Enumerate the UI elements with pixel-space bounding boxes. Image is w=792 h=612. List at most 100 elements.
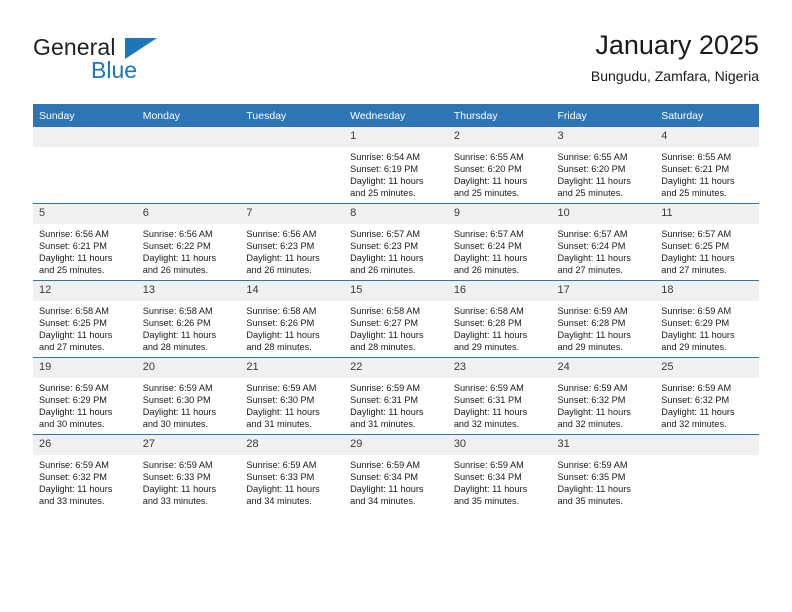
day-number: 31 xyxy=(551,435,656,455)
day-number xyxy=(136,127,241,147)
sunset-text: Sunset: 6:23 PM xyxy=(350,241,419,252)
page-title: January 2025 xyxy=(595,30,759,60)
calendar-day-cell[interactable]: 30 Sunrise: 6:59 AM Sunset: 6:34 PM Dayligh… xyxy=(447,434,552,511)
calendar-day-cell[interactable]: 10 Sunrise: 6:57 AM Sunset: 6:24 PM Dayligh… xyxy=(551,203,656,281)
daylight-text-line1: Daylight: 11 hours xyxy=(661,407,735,418)
calendar-day-cell[interactable]: 9 Sunrise: 6:57 AM Sunset: 6:24 PM Daylight… xyxy=(447,203,552,281)
day-number: 5 xyxy=(33,204,137,224)
daylight-text-line2: and 26 minutes. xyxy=(453,265,520,276)
daylight-text-line2: and 32 minutes. xyxy=(661,419,727,430)
day-number: 12 xyxy=(33,281,137,301)
daylight-text-line2: and 28 minutes. xyxy=(142,342,209,353)
sunrise-text: Sunrise: 6:56 AM xyxy=(142,229,213,239)
day-details: Sunrise: 6:58 AM Sunset: 6:27 PM Daylight:… xyxy=(344,301,448,353)
sunrise-text: Sunrise: 6:59 AM xyxy=(142,383,213,393)
calendar-day-cell[interactable]: 22 Sunrise: 6:59 AM Sunset: 6:31 PM Dayligh… xyxy=(344,357,448,435)
logo-triangle-icon xyxy=(125,38,157,59)
day-number: 16 xyxy=(447,281,552,301)
daylight-text-line1: Daylight: 11 hours xyxy=(142,330,217,341)
calendar-day-cell[interactable]: 18 Sunrise: 6:59 AM Sunset: 6:29 PM Dayligh… xyxy=(655,280,759,358)
calendar-day-cell[interactable]: 15 Sunrise: 6:58 AM Sunset: 6:27 PM Dayligh… xyxy=(344,280,448,358)
sunrise-text: Sunrise: 6:57 AM xyxy=(453,229,524,239)
calendar-day-cell[interactable]: 5 Sunrise: 6:56 AM Sunset: 6:21 PM Daylight… xyxy=(33,203,137,281)
day-details xyxy=(33,147,137,151)
sunrise-text: Sunrise: 6:59 AM xyxy=(557,460,628,470)
day-details: Sunrise: 6:59 AM Sunset: 6:35 PM Daylight:… xyxy=(552,455,656,507)
daylight-text-line2: and 35 minutes. xyxy=(453,496,520,507)
calendar-day-cell[interactable]: 14 Sunrise: 6:58 AM Sunset: 6:26 PM Dayligh… xyxy=(240,280,345,358)
daylight-text-line2: and 26 minutes. xyxy=(246,265,312,276)
calendar-day-cell[interactable]: 16 Sunrise: 6:58 AM Sunset: 6:28 PM Dayligh… xyxy=(447,280,552,358)
sunset-text: Sunset: 6:23 PM xyxy=(246,241,315,252)
calendar-day-cell[interactable]: 24 Sunrise: 6:59 AM Sunset: 6:32 PM Dayligh… xyxy=(551,357,656,435)
day-details: Sunrise: 6:55 AM Sunset: 6:20 PM Daylight:… xyxy=(448,147,552,199)
daylight-text-line1: Daylight: 11 hours xyxy=(39,407,113,418)
calendar-day-cell[interactable]: 31 Sunrise: 6:59 AM Sunset: 6:35 PM Dayligh… xyxy=(551,434,656,511)
calendar-day-cell[interactable]: 26 Sunrise: 6:59 AM Sunset: 6:32 PM Dayligh… xyxy=(33,434,137,511)
sunset-text: Sunset: 6:21 PM xyxy=(39,241,107,252)
day-details: Sunrise: 6:57 AM Sunset: 6:25 PM Daylight:… xyxy=(655,224,759,276)
calendar-day-cell[interactable]: 13 Sunrise: 6:58 AM Sunset: 6:26 PM Dayligh… xyxy=(136,280,241,358)
sunrise-text: Sunrise: 6:59 AM xyxy=(453,383,524,393)
day-number xyxy=(240,127,345,147)
calendar-day-cell[interactable]: 20 Sunrise: 6:59 AM Sunset: 6:30 PM Dayligh… xyxy=(136,357,241,435)
sunrise-text: Sunrise: 6:57 AM xyxy=(557,229,628,239)
day-number: 19 xyxy=(33,358,137,378)
sunrise-text: Sunrise: 6:58 AM xyxy=(39,306,109,316)
calendar-day-cell[interactable]: 1 Sunrise: 6:54 AM Sunset: 6:19 PM Daylight… xyxy=(344,127,448,204)
sunset-text: Sunset: 6:34 PM xyxy=(453,472,522,483)
calendar-day-cell[interactable]: 2 Sunrise: 6:55 AM Sunset: 6:20 PM Daylight… xyxy=(447,127,552,204)
daylight-text-line1: Daylight: 11 hours xyxy=(557,484,631,495)
calendar-week-row: 5 Sunrise: 6:56 AM Sunset: 6:21 PM Daylight… xyxy=(33,203,759,281)
calendar-day-cell[interactable]: 12 Sunrise: 6:58 AM Sunset: 6:25 PM Dayligh… xyxy=(33,280,137,358)
day-number: 29 xyxy=(344,435,448,455)
sunset-text: Sunset: 6:31 PM xyxy=(350,395,419,406)
calendar-day-cell[interactable]: 19 Sunrise: 6:59 AM Sunset: 6:29 PM Dayligh… xyxy=(33,357,137,435)
calendar-day-cell[interactable]: 17 Sunrise: 6:59 AM Sunset: 6:28 PM Dayligh… xyxy=(551,280,656,358)
weekday-header-thursday: Thursday xyxy=(447,104,552,127)
sunrise-text: Sunrise: 6:59 AM xyxy=(350,460,421,470)
day-number: 9 xyxy=(447,204,552,224)
calendar-day-cell[interactable]: 3 Sunrise: 6:55 AM Sunset: 6:20 PM Daylight… xyxy=(551,127,656,204)
daylight-text-line2: and 27 minutes. xyxy=(39,342,105,353)
calendar-week-row: 1 Sunrise: 6:54 AM Sunset: 6:19 PM Daylight… xyxy=(33,127,759,204)
daylight-text-line1: Daylight: 11 hours xyxy=(142,407,217,418)
sunset-text: Sunset: 6:25 PM xyxy=(661,241,730,252)
calendar-day-cell[interactable]: 21 Sunrise: 6:59 AM Sunset: 6:30 PM Dayligh… xyxy=(240,357,345,435)
daylight-text-line2: and 31 minutes. xyxy=(246,419,312,430)
daylight-text-line2: and 26 minutes. xyxy=(350,265,416,276)
day-details: Sunrise: 6:59 AM Sunset: 6:30 PM Daylight:… xyxy=(137,378,241,430)
calendar-week-row: 19 Sunrise: 6:59 AM Sunset: 6:29 PM Dayligh… xyxy=(33,357,759,435)
day-details xyxy=(137,147,241,151)
calendar-day-cell[interactable]: 23 Sunrise: 6:59 AM Sunset: 6:31 PM Dayligh… xyxy=(447,357,552,435)
sunset-text: Sunset: 6:22 PM xyxy=(142,241,211,252)
daylight-text-line1: Daylight: 11 hours xyxy=(661,176,735,187)
daylight-text-line2: and 25 minutes. xyxy=(661,188,727,199)
sunset-text: Sunset: 6:33 PM xyxy=(142,472,211,483)
day-details: Sunrise: 6:55 AM Sunset: 6:20 PM Daylight:… xyxy=(552,147,656,199)
day-number: 17 xyxy=(551,281,656,301)
day-details: Sunrise: 6:56 AM Sunset: 6:21 PM Daylight:… xyxy=(33,224,137,276)
daylight-text-line1: Daylight: 11 hours xyxy=(557,253,631,264)
calendar-day-cell[interactable]: 27 Sunrise: 6:59 AM Sunset: 6:33 PM Dayligh… xyxy=(136,434,241,511)
sunset-text: Sunset: 6:30 PM xyxy=(142,395,211,406)
daylight-text-line2: and 29 minutes. xyxy=(557,342,623,353)
calendar-day-cell[interactable]: 4 Sunrise: 6:55 AM Sunset: 6:21 PM Daylight… xyxy=(655,127,759,204)
daylight-text-line1: Daylight: 11 hours xyxy=(557,330,631,341)
daylight-text-line1: Daylight: 11 hours xyxy=(661,253,735,264)
day-number: 30 xyxy=(447,435,552,455)
sunset-text: Sunset: 6:29 PM xyxy=(39,395,107,406)
calendar-day-cell[interactable]: 25 Sunrise: 6:59 AM Sunset: 6:32 PM Dayligh… xyxy=(655,357,759,435)
daylight-text-line2: and 31 minutes. xyxy=(350,419,416,430)
calendar-day-cell[interactable]: 29 Sunrise: 6:59 AM Sunset: 6:34 PM Dayligh… xyxy=(344,434,448,511)
day-number: 10 xyxy=(551,204,656,224)
calendar-day-cell[interactable]: 6 Sunrise: 6:56 AM Sunset: 6:22 PM Daylight… xyxy=(136,203,241,281)
calendar-day-cell[interactable]: 8 Sunrise: 6:57 AM Sunset: 6:23 PM Daylight… xyxy=(344,203,448,281)
calendar-day-cell[interactable]: 28 Sunrise: 6:59 AM Sunset: 6:33 PM Dayligh… xyxy=(240,434,345,511)
weekday-header-tuesday: Tuesday xyxy=(240,104,345,127)
calendar-day-cell[interactable]: 11 Sunrise: 6:57 AM Sunset: 6:25 PM Dayligh… xyxy=(655,203,759,281)
daylight-text-line2: and 29 minutes. xyxy=(453,342,520,353)
calendar-day-cell-empty xyxy=(33,127,137,204)
calendar-day-cell[interactable]: 7 Sunrise: 6:56 AM Sunset: 6:23 PM Daylight… xyxy=(240,203,345,281)
daylight-text-line2: and 25 minutes. xyxy=(557,188,623,199)
